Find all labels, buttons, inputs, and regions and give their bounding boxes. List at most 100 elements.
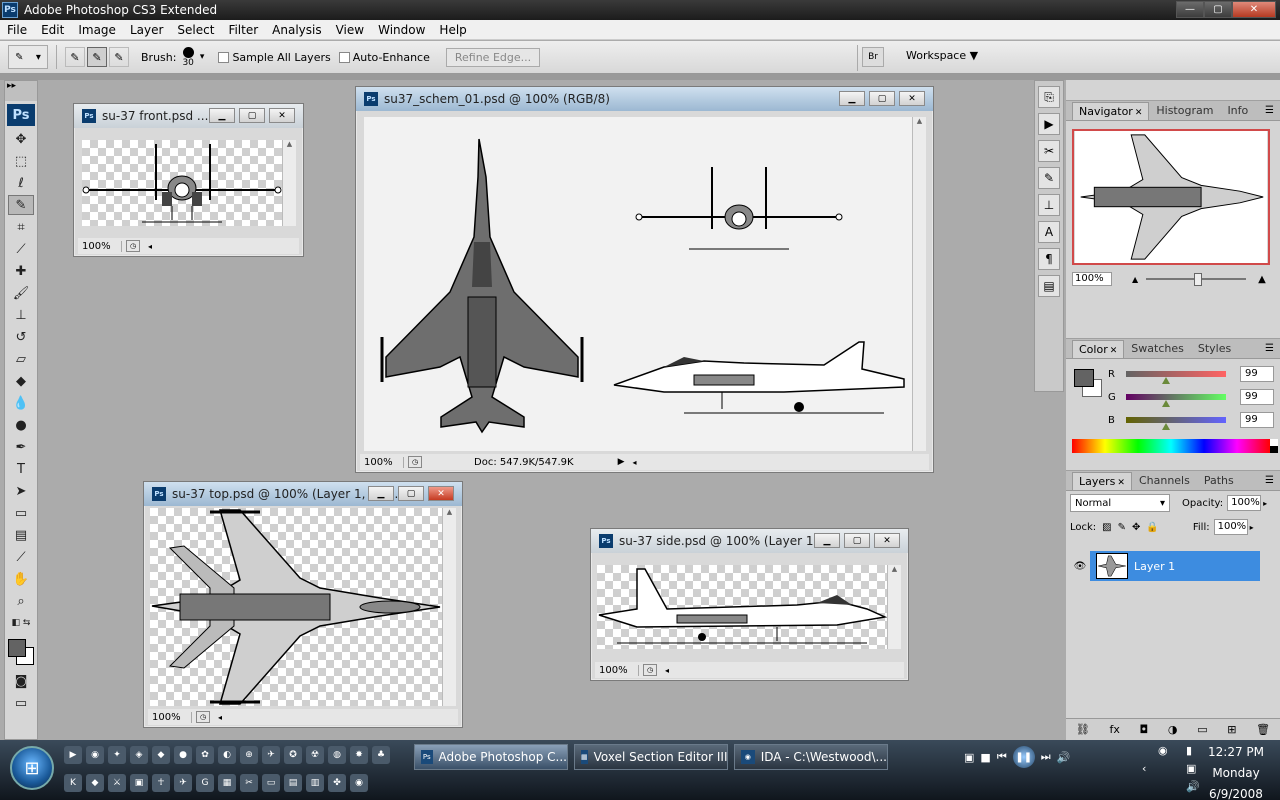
volume-icon[interactable]: 🔊: [1186, 780, 1200, 793]
tab-info[interactable]: Info: [1220, 101, 1255, 120]
chevron-down-icon[interactable]: ▾: [200, 52, 205, 62]
document-canvas[interactable]: [597, 565, 887, 649]
app-icon[interactable]: ✸: [350, 746, 368, 764]
navigator-zoom-field[interactable]: 100%: [1072, 272, 1112, 286]
firefox-icon[interactable]: ◉: [86, 746, 104, 764]
media-player-icon[interactable]: ▣: [964, 751, 974, 764]
network-icon[interactable]: ▣: [1186, 762, 1196, 775]
character-panel-icon[interactable]: A: [1038, 221, 1060, 243]
menu-image[interactable]: Image: [71, 23, 123, 37]
delete-layer-icon[interactable]: 🗑: [1256, 723, 1270, 736]
scroll-left-icon[interactable]: ◂: [218, 713, 222, 722]
layer-row[interactable]: 👁 Layer 1: [1070, 551, 1260, 581]
gamepad-icon[interactable]: ⊕: [240, 746, 258, 764]
clone-stamp-icon[interactable]: ⊥: [8, 305, 34, 325]
subtract-from-selection-icon[interactable]: ✎: [109, 47, 129, 67]
app-icon[interactable]: G: [196, 774, 214, 792]
app-icon[interactable]: ◐: [218, 746, 236, 764]
green-slider[interactable]: [1126, 394, 1226, 407]
vertical-scrollbar[interactable]: ▲: [442, 508, 456, 706]
app-icon[interactable]: ♣: [372, 746, 390, 764]
close-button[interactable]: ✕: [1232, 1, 1276, 18]
dodge-tool-icon[interactable]: ●: [8, 415, 34, 435]
marquee-tool-icon[interactable]: ⬚: [8, 151, 34, 171]
quick-mask-icon[interactable]: ◙: [8, 671, 34, 691]
zoom-in-icon[interactable]: ▲: [1258, 274, 1266, 285]
menu-view[interactable]: View: [329, 23, 371, 37]
tool-presets-icon[interactable]: ✂: [1038, 140, 1060, 162]
app-icon[interactable]: ☢: [306, 746, 324, 764]
app-icon[interactable]: ▤: [284, 774, 302, 792]
path-selection-icon[interactable]: ➤: [8, 481, 34, 501]
menu-help[interactable]: Help: [432, 23, 473, 37]
app-icon[interactable]: ▦: [218, 774, 236, 792]
tab-swatches[interactable]: Swatches: [1124, 339, 1191, 358]
status-menu-icon[interactable]: ◷: [126, 240, 140, 252]
fill-field[interactable]: 100%: [1213, 519, 1248, 535]
close-button[interactable]: ✕: [899, 91, 925, 106]
menu-window[interactable]: Window: [371, 23, 432, 37]
blur-tool-icon[interactable]: 💧: [8, 393, 34, 413]
show-hidden-icons[interactable]: ‹: [1142, 762, 1146, 775]
layer-style-icon[interactable]: fx: [1109, 723, 1119, 736]
lock-position-icon[interactable]: ✥: [1132, 522, 1140, 533]
app-icon[interactable]: ✪: [284, 746, 302, 764]
lock-transparency-icon[interactable]: ▨: [1102, 522, 1111, 533]
panel-menu-icon[interactable]: ☰: [1265, 475, 1274, 486]
auto-enhance-checkbox[interactable]: Auto-Enhance: [338, 51, 430, 64]
app-icon[interactable]: ✦: [108, 746, 126, 764]
app-icon[interactable]: ✈: [174, 774, 192, 792]
refine-edge-button[interactable]: Refine Edge...: [445, 47, 541, 67]
move-tool-icon[interactable]: ✥: [8, 129, 34, 149]
navigator-zoom-slider[interactable]: [1146, 273, 1247, 286]
lock-all-icon[interactable]: 🔒: [1146, 522, 1158, 533]
red-slider[interactable]: [1126, 371, 1226, 384]
close-button[interactable]: ✕: [428, 486, 454, 501]
color-spectrum-ramp[interactable]: [1072, 439, 1278, 453]
maximize-button[interactable]: ▢: [398, 486, 424, 501]
minimize-button[interactable]: ▁: [839, 91, 865, 106]
app-icon[interactable]: ⚔: [108, 774, 126, 792]
clock[interactable]: 12:27 PM Monday 6/9/2008: [1208, 742, 1264, 800]
tab-styles[interactable]: Styles: [1191, 339, 1238, 358]
maximize-button[interactable]: ▢: [869, 91, 895, 106]
lasso-tool-icon[interactable]: ℓ: [8, 173, 34, 193]
checkbox-box[interactable]: [338, 51, 350, 63]
document-canvas[interactable]: [150, 508, 442, 706]
default-colors-icon[interactable]: ◧ ⇆: [8, 613, 34, 633]
new-group-icon[interactable]: ▭: [1197, 723, 1207, 736]
tab-color[interactable]: Color ✕: [1072, 340, 1125, 358]
vertical-scrollbar[interactable]: ▲: [912, 117, 926, 451]
minimize-button[interactable]: ▁: [209, 108, 235, 123]
app-icon[interactable]: ✈: [262, 746, 280, 764]
app-icon[interactable]: ✂: [240, 774, 258, 792]
document-window-front[interactable]: Ps su-37 front.psd ... ▁ ▢ ✕ ▲ 100% ◷ ◂: [73, 103, 304, 257]
app-icon[interactable]: ◆: [152, 746, 170, 764]
app-icon[interactable]: K: [64, 774, 82, 792]
paragraph-panel-icon[interactable]: ¶: [1038, 248, 1060, 270]
checkbox-box[interactable]: [218, 51, 230, 63]
brushes-panel-icon[interactable]: ✎: [1038, 167, 1060, 189]
new-selection-icon[interactable]: ✎: [65, 47, 85, 67]
app-icon[interactable]: ◈: [130, 746, 148, 764]
type-tool-icon[interactable]: T: [8, 459, 34, 479]
stop-icon[interactable]: ■: [980, 751, 990, 764]
document-window-schematic[interactable]: Ps su37_schem_01.psd @ 100% (RGB/8) ▁ ▢ …: [355, 86, 934, 473]
green-value-field[interactable]: 99: [1240, 389, 1274, 405]
previous-icon[interactable]: ⏮: [997, 750, 1007, 764]
slice-tool-icon[interactable]: ⟋: [8, 239, 34, 259]
volume-icon[interactable]: 🔊: [1057, 751, 1071, 764]
app-icon[interactable]: ▭: [262, 774, 280, 792]
vertical-scrollbar[interactable]: ▲: [282, 140, 296, 226]
document-canvas[interactable]: [364, 117, 912, 451]
quick-selection-tool-icon[interactable]: ✎: [8, 195, 34, 215]
link-layers-icon[interactable]: ⛓: [1076, 723, 1090, 736]
layer-visibility-eye-icon[interactable]: 👁: [1070, 551, 1090, 581]
blue-slider[interactable]: [1126, 417, 1226, 430]
next-icon[interactable]: ⏭: [1041, 750, 1051, 764]
app-icon[interactable]: ✤: [328, 774, 346, 792]
taskbar-voxel-editor-button[interactable]: ▦ Voxel Section Editor III: [574, 744, 728, 770]
fill-arrow-icon[interactable]: ▸: [1250, 523, 1254, 532]
notes-tool-icon[interactable]: ▤: [8, 525, 34, 545]
paint-bucket-icon[interactable]: ◆: [8, 371, 34, 391]
